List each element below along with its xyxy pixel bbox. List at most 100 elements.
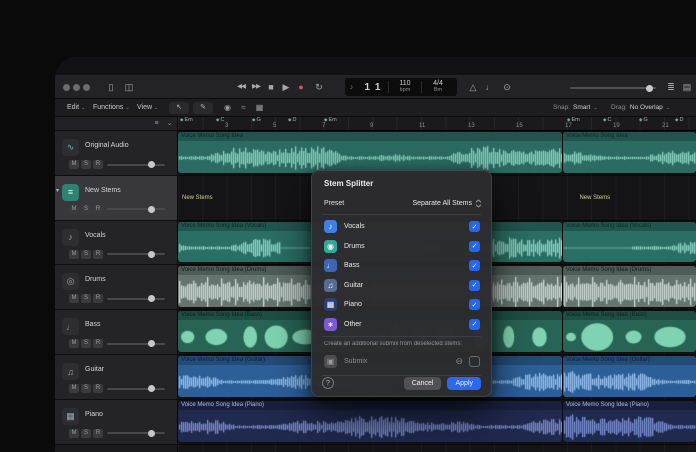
solo-button[interactable]: S [81, 428, 91, 438]
chord-marker[interactable]: ◆ G [252, 117, 261, 123]
tempo-display[interactable]: 110 bpm [389, 80, 421, 93]
vocals-checkbox[interactable]: ✓ [469, 221, 480, 233]
mute-button[interactable]: M [69, 294, 79, 304]
solo-button[interactable]: S [81, 204, 91, 214]
mute-button[interactable]: M [69, 160, 79, 169]
record-enable-button[interactable]: R [93, 384, 103, 393]
flex-toggle-icon[interactable]: ≈ [237, 102, 250, 114]
record-enable-button[interactable]: R [93, 428, 103, 438]
record-enable-button[interactable]: R [93, 339, 103, 349]
stem-row-drums[interactable]: ◉ Drums ✓ [324, 237, 480, 257]
snap-menu[interactable]: Snap: Smart ⌄ [553, 102, 598, 114]
help-button[interactable]: ? [322, 377, 334, 389]
volume-slider[interactable] [107, 340, 165, 348]
volume-knob[interactable] [147, 250, 155, 258]
stem-row-other[interactable]: ∗ Other ✓ [324, 315, 480, 335]
stem-row-vocals[interactable]: ♪ Vocals ✓ [324, 217, 480, 237]
track-header-new-stems[interactable]: ▾ ≡ New Stems M S R [55, 175, 177, 221]
stack-region-label[interactable]: New Stems [182, 195, 213, 201]
volume-knob[interactable] [147, 429, 155, 437]
stem-row-bass[interactable]: ♩ Bass ✓ [324, 256, 480, 276]
stop-button[interactable]: ■ [263, 79, 279, 95]
functions-menu[interactable]: Functions ⌄ [93, 102, 130, 114]
solo-button[interactable]: S [81, 294, 91, 304]
count-in-icon[interactable]: ♩ [482, 79, 498, 95]
audio-region[interactable]: Voice Memo Song Idea [562, 132, 696, 173]
mute-button[interactable]: M [69, 384, 79, 393]
bar-ruler[interactable]: 3 5 7 9 11 13 15 17 19 21 ◆ Em ◆ C ◆ G ◆ D ◆… [178, 117, 696, 131]
pencil-tool-button[interactable]: ✎ [193, 102, 213, 114]
audio-region[interactable]: Voice Memo Song Idea (Drums) [562, 266, 696, 308]
drums-checkbox[interactable]: ✓ [469, 240, 480, 252]
grid-toggle-icon[interactable]: ▦ [253, 102, 266, 114]
zoom-window-icon[interactable] [83, 83, 90, 91]
view-menu[interactable]: View ⌄ [137, 102, 158, 114]
chord-marker[interactable]: ◆ C [603, 117, 611, 123]
chord-marker[interactable]: ◆ G [639, 117, 648, 123]
time-signature-display[interactable]: 4/4 Bm [422, 80, 454, 93]
chord-marker[interactable]: ◆ D [288, 117, 296, 123]
volume-slider[interactable] [107, 385, 165, 392]
chord-marker[interactable]: ◆ Em [324, 117, 337, 123]
volume-slider[interactable] [107, 429, 165, 437]
volume-slider[interactable] [107, 295, 165, 303]
pointer-tool-button[interactable]: ↖ [169, 102, 189, 114]
edit-menu[interactable]: Edit ⌄ [67, 102, 85, 114]
chord-marker[interactable]: ◆ Em [567, 117, 580, 123]
master-volume-knob[interactable] [645, 84, 653, 92]
track-header-bass[interactable]: ♩ Bass M S R [55, 310, 177, 355]
record-enable-button[interactable]: R [93, 294, 103, 304]
play-button[interactable]: ▶ [278, 79, 294, 95]
disclosure-triangle-icon[interactable]: ▾ [56, 187, 59, 194]
record-enable-button[interactable]: R [93, 249, 103, 259]
record-enable-button[interactable]: R [93, 204, 103, 214]
submix-checkbox[interactable] [469, 355, 480, 367]
close-window-icon[interactable] [63, 83, 70, 91]
audio-region[interactable]: Voice Memo Song Idea (Guitar) [562, 356, 696, 397]
mute-button[interactable]: M [69, 249, 79, 259]
mute-button[interactable]: M [69, 204, 79, 214]
rewind-button[interactable]: ◀◀ [233, 79, 249, 95]
automation-toggle-icon[interactable]: ◉ [221, 102, 234, 114]
audio-region[interactable]: Voice Memo Song Idea [178, 132, 562, 173]
track-header-piano[interactable]: ▦ Piano M S R [55, 399, 177, 445]
track-header-original-audio[interactable]: ∿ Original Audio M S R [55, 131, 177, 176]
metronome-icon[interactable]: △ [465, 79, 481, 95]
guitar-checkbox[interactable]: ✓ [469, 279, 480, 291]
chord-marker[interactable]: ◆ Em [180, 117, 193, 123]
audio-region[interactable]: Voice Memo Song Idea (Piano) [562, 400, 696, 442]
cancel-button[interactable]: Cancel [403, 376, 442, 390]
piano-checkbox[interactable]: ✓ [469, 299, 480, 311]
drag-menu[interactable]: Drag: No Overlap ⌄ [611, 102, 670, 114]
volume-slider[interactable] [107, 205, 165, 213]
master-volume-slider[interactable] [570, 84, 656, 92]
solo-button[interactable]: S [81, 339, 91, 349]
global-tracks-toggle-icon[interactable]: ≡ [151, 119, 162, 129]
solo-button[interactable]: S [81, 160, 91, 169]
track-options-icon[interactable]: ⌄ [164, 119, 175, 129]
volume-knob[interactable] [147, 205, 155, 213]
apply-button[interactable]: Apply [447, 376, 481, 390]
chord-marker[interactable]: ◆ C [216, 117, 224, 123]
stem-row-guitar[interactable]: ♫ Guitar ✓ [324, 276, 480, 296]
solo-button[interactable]: S [81, 384, 91, 393]
remove-submix-icon[interactable]: ⊖ [455, 356, 463, 366]
volume-knob[interactable] [147, 340, 155, 348]
volume-slider[interactable] [107, 161, 165, 168]
volume-knob[interactable] [147, 385, 155, 392]
record-enable-button[interactable]: R [93, 160, 103, 169]
inspector-toggle-icon[interactable]: ◫ [121, 79, 137, 95]
audio-region[interactable]: Voice Memo Song Idea (Bass) [562, 311, 696, 352]
track-header-drums[interactable]: ◎ Drums M S R [55, 265, 177, 311]
volume-slider[interactable] [107, 250, 165, 258]
cycle-button[interactable]: ↻ [311, 79, 327, 95]
track-header-guitar[interactable]: ♫ Guitar M S R [55, 355, 177, 400]
minimize-window-icon[interactable] [73, 83, 80, 91]
audio-region[interactable]: Voice Memo Song Idea (Piano) [178, 400, 562, 442]
forward-button[interactable]: ▶▶ [248, 79, 264, 95]
volume-knob[interactable] [147, 295, 155, 303]
list-editors-icon[interactable]: ≣ [663, 79, 679, 95]
chord-marker[interactable]: ◆ D [675, 117, 683, 123]
record-button[interactable]: ● [293, 79, 309, 95]
other-checkbox[interactable]: ✓ [469, 318, 480, 330]
